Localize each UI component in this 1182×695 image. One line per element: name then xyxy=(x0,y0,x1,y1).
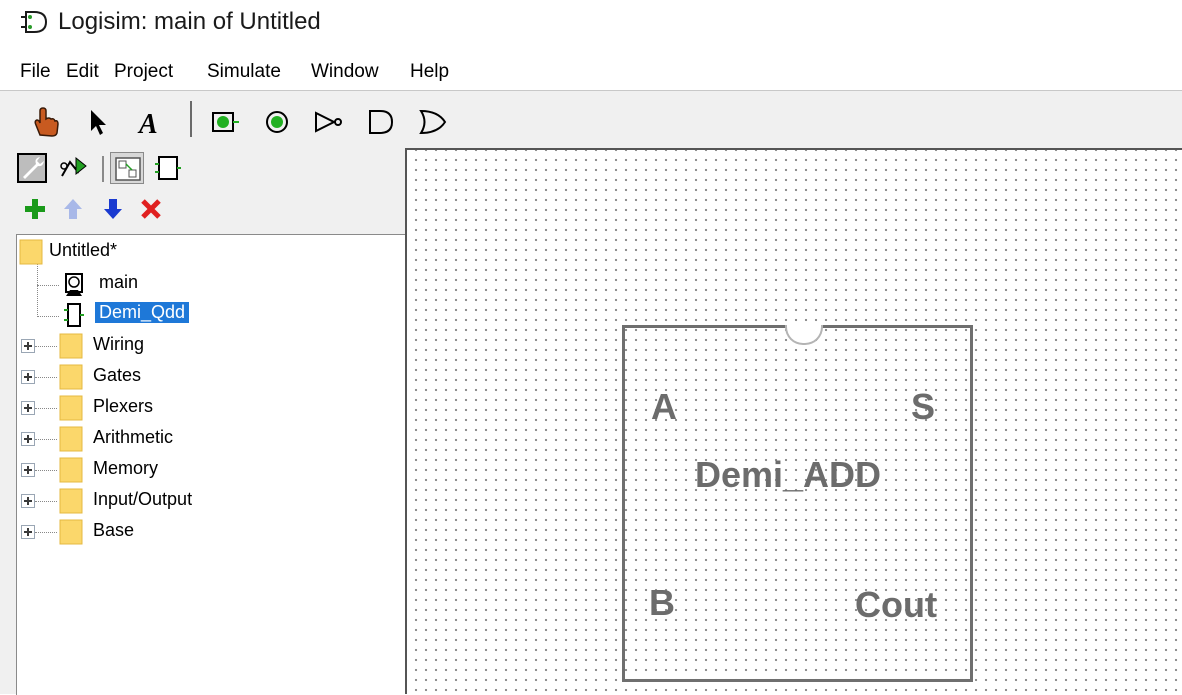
tree-item-label: main xyxy=(99,272,139,292)
hand-poke-icon[interactable] xyxy=(28,105,62,139)
menu-window[interactable]: Window xyxy=(311,61,379,83)
move-up-icon[interactable] xyxy=(60,196,86,222)
circuit-main-icon xyxy=(65,273,83,296)
folder-icon xyxy=(59,426,83,452)
pin-label-s: S xyxy=(911,386,936,427)
tree-guide xyxy=(37,316,59,317)
title-bar: Logisim: main of Untitled xyxy=(0,0,1182,52)
tree-guide xyxy=(35,501,57,502)
tree-guide xyxy=(37,285,59,286)
folder-icon xyxy=(59,333,83,359)
expand-icon[interactable] xyxy=(21,370,35,384)
and-gate-icon[interactable] xyxy=(364,105,398,139)
project-tree: Untitled* main Demi_Qdd Wiring Gates Ple… xyxy=(16,234,406,695)
tree-item-label-selected: Demi_Qdd xyxy=(95,302,190,323)
tree-guide xyxy=(35,346,57,347)
tree-item-label: Input/Output xyxy=(93,489,193,509)
folder-icon xyxy=(59,457,83,483)
tree-item-label: Wiring xyxy=(93,334,145,354)
layout-view-icon[interactable] xyxy=(110,152,144,184)
tree-guide xyxy=(35,532,57,533)
simulation-tree-icon[interactable] xyxy=(56,152,90,184)
tree-guide xyxy=(35,470,57,471)
input-pin-icon[interactable] xyxy=(208,105,242,139)
folder-icon xyxy=(59,364,83,390)
tree-item-label: Untitled* xyxy=(49,240,118,260)
expand-icon[interactable] xyxy=(21,432,35,446)
tree-item-label: Plexers xyxy=(93,396,154,416)
circuit-canvas[interactable]: A S Demi_ADD B Cout xyxy=(405,148,1182,694)
tree-guide xyxy=(35,377,57,378)
menu-simulate[interactable]: Simulate xyxy=(207,61,281,83)
appearance-view-icon[interactable] xyxy=(150,152,184,184)
pin-label-cout: Cout xyxy=(855,584,937,625)
subcircuit-component[interactable]: A S Demi_ADD B Cout xyxy=(622,325,973,682)
text-tool-icon[interactable]: A xyxy=(136,105,170,140)
expand-icon[interactable] xyxy=(21,525,35,539)
expand-icon[interactable] xyxy=(21,494,35,508)
explorer-panel: Untitled* main Demi_Qdd Wiring Gates Ple… xyxy=(0,148,406,695)
add-circuit-icon[interactable] xyxy=(22,196,48,222)
folder-icon xyxy=(59,488,83,514)
menu-edit[interactable]: Edit xyxy=(66,61,99,83)
folder-icon xyxy=(59,395,83,421)
pin-label-b: B xyxy=(649,582,675,623)
folder-icon xyxy=(19,239,43,265)
expand-icon[interactable] xyxy=(21,339,35,353)
menu-bar: File Edit Project Simulate Window Help xyxy=(0,52,1182,90)
tree-item-label: Memory xyxy=(93,458,159,478)
output-pin-icon[interactable] xyxy=(260,105,294,139)
component-notch xyxy=(785,325,823,345)
tree-guide xyxy=(35,408,57,409)
menu-file[interactable]: File xyxy=(20,61,51,83)
or-gate-icon[interactable] xyxy=(416,105,450,139)
tree-guide xyxy=(35,439,57,440)
tree-guide xyxy=(37,261,38,317)
pin-label-a: A xyxy=(651,386,677,427)
tree-item-label: Arithmetic xyxy=(93,427,174,447)
svg-text:A: A xyxy=(137,109,158,139)
expand-icon[interactable] xyxy=(21,401,35,415)
window-title: Logisim: main of Untitled xyxy=(58,8,321,35)
properties-icon[interactable] xyxy=(16,152,50,184)
folder-icon xyxy=(59,519,83,545)
move-down-icon[interactable] xyxy=(100,196,126,222)
main-toolbar: A xyxy=(0,90,1182,149)
component-name: Demi_ADD xyxy=(695,454,882,495)
expand-icon[interactable] xyxy=(21,463,35,477)
not-gate-icon[interactable] xyxy=(312,105,346,139)
select-arrow-icon[interactable] xyxy=(82,105,116,139)
toolbar-separator xyxy=(190,101,192,137)
menu-help[interactable]: Help xyxy=(410,61,449,83)
logisim-app-icon xyxy=(21,11,48,33)
panel-toolbar-separator xyxy=(102,156,104,182)
tree-item-label: Gates xyxy=(93,365,142,385)
delete-icon[interactable] xyxy=(138,196,164,222)
subcircuit-icon xyxy=(64,303,84,327)
tree-item-label: Base xyxy=(93,520,135,540)
menu-project[interactable]: Project xyxy=(114,61,173,83)
